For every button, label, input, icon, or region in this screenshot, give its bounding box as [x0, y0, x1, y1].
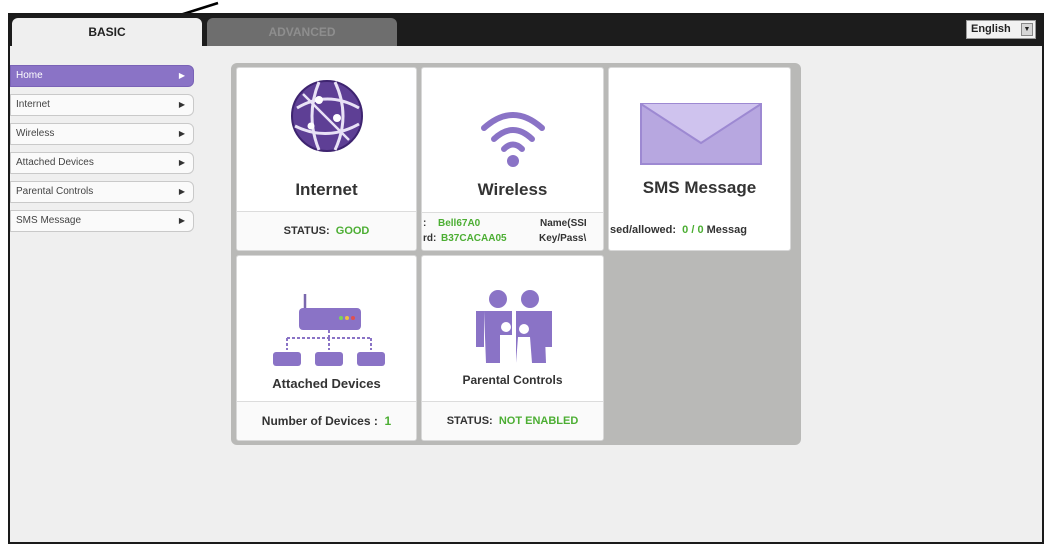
sidebar-menu: Home ▶ Internet ▶ Wireless ▶ Attached De… — [10, 65, 194, 239]
family-icon — [476, 290, 552, 363]
internet-status-value: GOOD — [335, 225, 370, 237]
dropdown-arrow-icon[interactable]: ▼ — [1021, 23, 1033, 36]
wifi-icon — [481, 112, 545, 167]
attached-devices-count: Number of Devices : 1 — [237, 401, 416, 440]
sidebar-item-label: Home — [16, 70, 43, 81]
sms-used-label: sed/allowed: — [610, 224, 677, 236]
parental-status-label: STATUS: — [446, 415, 493, 427]
globe-icon — [291, 80, 363, 152]
dashboard-panel: Internet STATUS: GOOD Wireless : Bell67A… — [231, 63, 801, 445]
sms-messages-label: Messag — [706, 224, 747, 236]
network-devices-icon — [273, 294, 385, 366]
parental-controls-card[interactable]: Parental Controls STATUS: NOT ENABLED — [421, 255, 604, 441]
internet-card[interactable]: Internet STATUS: GOOD — [236, 67, 417, 251]
wireless-ssid-row: : Bell67A0 Name(SSI — [422, 216, 603, 231]
chevron-right-icon: ▶ — [178, 187, 185, 196]
wireless-key-prefix: rd: — [423, 233, 437, 244]
top-tab-bar: BASIC ADVANCED English ▼ — [10, 15, 1042, 46]
tab-basic[interactable]: BASIC — [12, 18, 202, 46]
parental-status: STATUS: NOT ENABLED — [422, 401, 603, 440]
sidebar-item-label: Wireless — [16, 128, 55, 139]
wireless-info: : Bell67A0 Name(SSI rd: B37CACAA05 Key/P… — [422, 212, 603, 250]
devices-count-label: Number of Devices : — [261, 414, 378, 428]
chevron-right-icon: ▶ — [178, 71, 185, 80]
language-selected-value: English — [971, 23, 1011, 35]
wireless-key-row: rd: B37CACAA05 Key/Pass\ — [422, 231, 603, 246]
internet-card-title: Internet — [295, 180, 358, 199]
sidebar-item-sms-message[interactable]: SMS Message ▶ — [10, 210, 194, 232]
chevron-right-icon: ▶ — [178, 100, 185, 109]
sidebar-item-internet[interactable]: Internet ▶ — [10, 94, 194, 116]
sms-card-title: SMS Message — [642, 178, 757, 197]
wireless-ssid-label: Name(SSI — [540, 218, 587, 229]
language-select[interactable]: English ▼ — [966, 20, 1036, 39]
wireless-key-label: Key/Pass\ — [539, 233, 587, 244]
sidebar-item-home[interactable]: Home ▶ — [10, 65, 194, 87]
wireless-ssid-value: Bell67A0 — [438, 218, 481, 229]
wireless-card-title: Wireless — [477, 180, 548, 199]
sms-used-value: 0 / 0 — [682, 224, 704, 236]
sidebar-item-attached-devices[interactable]: Attached Devices ▶ — [10, 152, 194, 174]
parental-controls-title: Parental Controls — [462, 373, 563, 387]
sms-card[interactable]: SMS Message sed/allowed: 0 / 0 Messag — [608, 67, 791, 251]
wireless-key-value: B37CACAA05 — [441, 233, 507, 244]
devices-count-value: 1 — [384, 414, 392, 428]
sidebar-item-parental-controls[interactable]: Parental Controls ▶ — [10, 181, 194, 203]
wireless-ssid-prefix: : — [423, 218, 427, 229]
chevron-right-icon: ▶ — [178, 216, 185, 225]
attached-devices-card[interactable]: Attached Devices Number of Devices : 1 — [236, 255, 417, 441]
tab-advanced[interactable]: ADVANCED — [207, 18, 397, 46]
sidebar-item-label: Internet — [16, 99, 50, 110]
sms-info: sed/allowed: 0 / 0 Messag — [609, 216, 790, 244]
sidebar-item-label: SMS Message — [16, 215, 82, 226]
internet-status-label: STATUS: — [283, 225, 330, 237]
wireless-card[interactable]: Wireless : Bell67A0 Name(SSI rd: B37CACA… — [421, 67, 604, 251]
router-admin-window: BASIC ADVANCED English ▼ Home ▶ Internet… — [8, 13, 1044, 544]
parental-status-value: NOT ENABLED — [498, 415, 579, 427]
chevron-right-icon: ▶ — [178, 129, 185, 138]
chevron-right-icon: ▶ — [178, 158, 185, 167]
sidebar-item-label: Attached Devices — [16, 157, 94, 168]
sidebar-item-label: Parental Controls — [16, 186, 94, 197]
envelope-icon — [640, 103, 762, 165]
attached-devices-title: Attached Devices — [272, 376, 381, 391]
internet-status: STATUS: GOOD — [237, 211, 416, 250]
sidebar-item-wireless[interactable]: Wireless ▶ — [10, 123, 194, 145]
